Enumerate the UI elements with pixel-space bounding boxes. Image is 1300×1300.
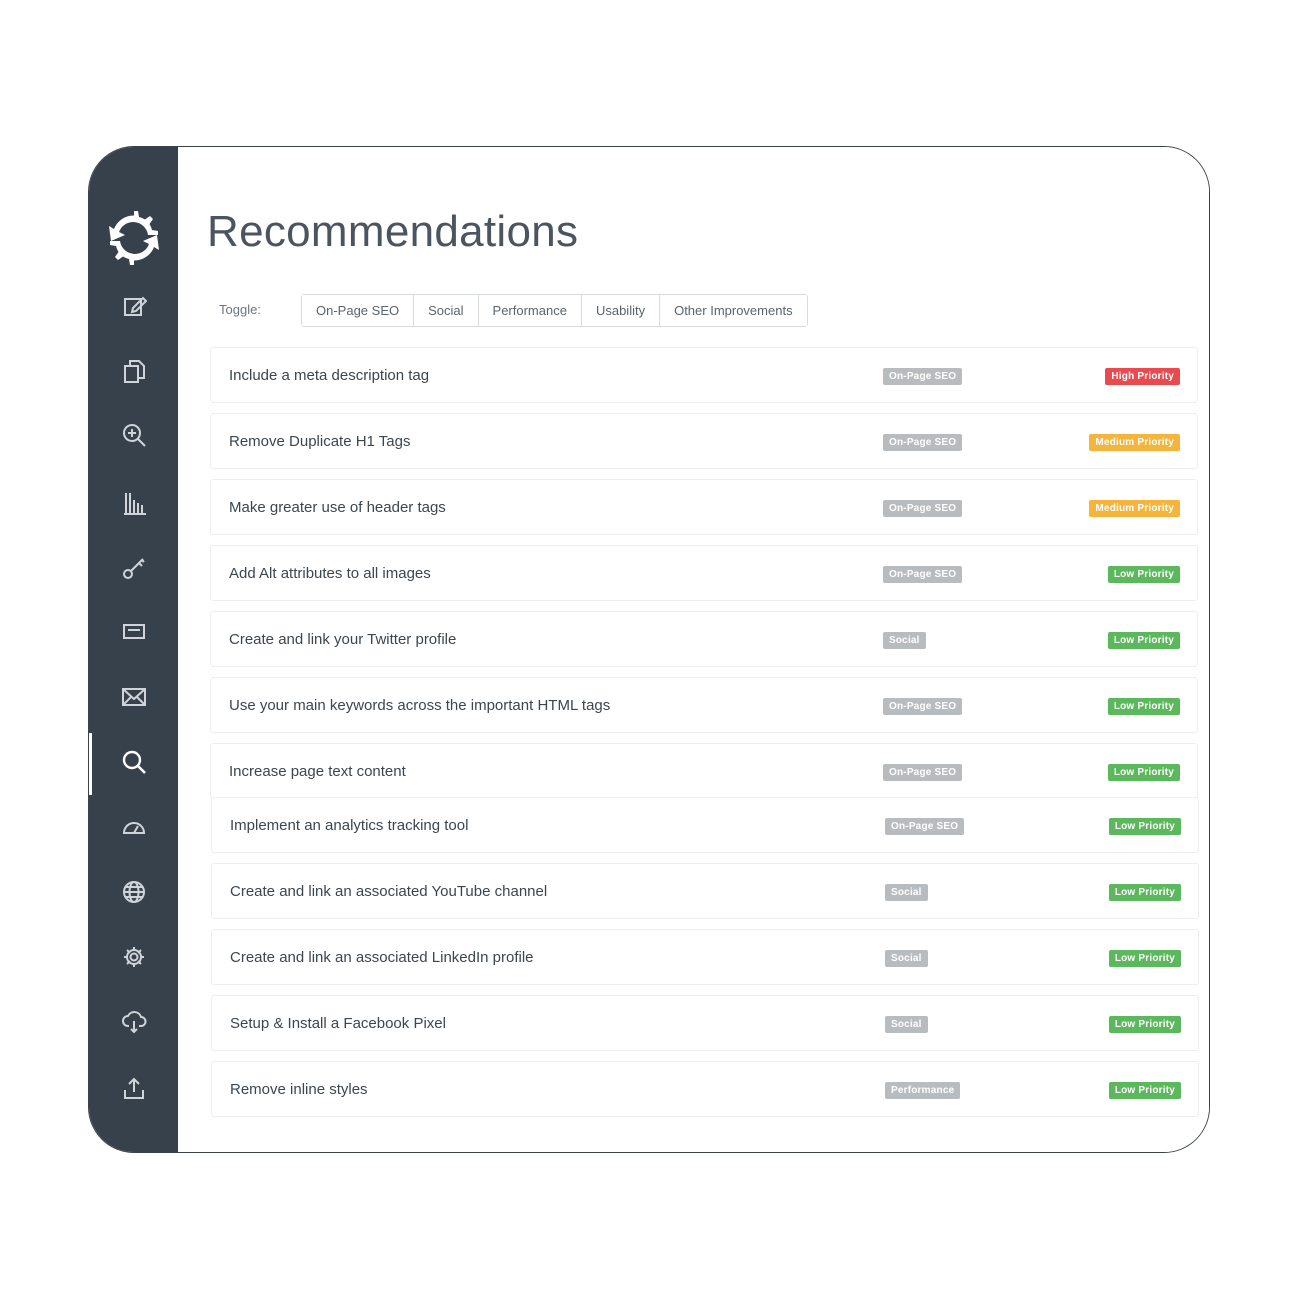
category-badge: Social xyxy=(885,1016,928,1033)
recommendation-row[interactable]: Increase page text content On-Page SEO Low… xyxy=(210,743,1198,799)
toggle-group: On-Page SEO Social Performance Usability… xyxy=(301,294,808,327)
priority-badge: Low Priority xyxy=(1108,818,1181,835)
speedometer-icon[interactable] xyxy=(119,812,149,842)
upload-icon[interactable] xyxy=(119,1073,149,1103)
priority-badge: Low Priority xyxy=(1107,764,1180,781)
card-icon[interactable] xyxy=(119,616,149,646)
toggle-social[interactable]: Social xyxy=(414,295,479,326)
gear-icon[interactable] xyxy=(119,942,149,972)
recommendation-text: Use your main keywords across the import… xyxy=(229,697,611,714)
toggle-usability[interactable]: Usability xyxy=(581,295,661,326)
toggle-on-page-seo[interactable]: On-Page SEO xyxy=(302,295,415,326)
recommendation-text: Implement an analytics tracking tool xyxy=(230,817,469,834)
priority-badge: Low Priority xyxy=(1108,1016,1181,1033)
recommendation-row[interactable]: Implement an analytics tracking tool On-P… xyxy=(211,797,1199,853)
recommendation-text: Remove Duplicate H1 Tags xyxy=(229,433,411,450)
priority-badge: Low Priority xyxy=(1108,884,1181,901)
sidebar xyxy=(89,147,178,1152)
key-icon[interactable] xyxy=(119,553,149,583)
recommendation-text: Create and link your Twitter profile xyxy=(229,631,457,648)
category-badge: Performance xyxy=(885,1082,961,1099)
page-title: Recommendations xyxy=(207,207,579,256)
category-badge: On-Page SEO xyxy=(883,368,963,385)
category-badge: On-Page SEO xyxy=(883,500,963,517)
recommendation-text: Setup & Install a Facebook Pixel xyxy=(230,1015,446,1032)
recommendation-text: Remove inline styles xyxy=(230,1081,368,1098)
edit-icon[interactable] xyxy=(119,291,149,321)
toggle-label: Toggle: xyxy=(219,302,261,317)
cloud-download-icon[interactable] xyxy=(119,1007,149,1037)
category-badge: On-Page SEO xyxy=(885,818,965,835)
logo-icon xyxy=(109,211,159,265)
priority-badge: Low Priority xyxy=(1107,698,1180,715)
category-badge: On-Page SEO xyxy=(883,698,963,715)
recommendation-row[interactable]: Remove inline styles Performance Low Prior… xyxy=(211,1061,1199,1117)
priority-badge: Medium Priority xyxy=(1089,500,1180,517)
recommendation-row[interactable]: Create and link your Twitter profile Soci… xyxy=(210,611,1198,667)
category-badge: Social xyxy=(883,632,926,649)
priority-badge: Low Priority xyxy=(1107,632,1180,649)
category-badge: On-Page SEO xyxy=(883,566,963,583)
priority-badge: High Priority xyxy=(1105,368,1180,385)
recommendation-row[interactable]: Create and link an associated LinkedIn p… xyxy=(211,929,1199,985)
priority-badge: Medium Priority xyxy=(1089,434,1180,451)
main-content: Recommendations Toggle: On-Page SEO Soci… xyxy=(178,147,1209,1152)
category-badge: On-Page SEO xyxy=(883,434,963,451)
toggle-performance[interactable]: Performance xyxy=(478,295,582,326)
globe-icon[interactable] xyxy=(119,877,149,907)
recommendation-row[interactable]: Remove Duplicate H1 Tags On-Page SEO Mediu… xyxy=(210,413,1198,469)
recommendation-text: Add Alt attributes to all images xyxy=(229,565,431,582)
pages-icon[interactable] xyxy=(119,355,149,385)
recommendation-text: Create and link an associated YouTube ch… xyxy=(230,883,548,900)
active-indicator xyxy=(89,733,92,795)
search-icon[interactable] xyxy=(119,747,149,777)
category-badge: On-Page SEO xyxy=(883,764,963,781)
recommendation-row[interactable]: Add Alt attributes to all images On-Page … xyxy=(210,545,1198,601)
recommendation-text: Include a meta description tag xyxy=(229,367,430,384)
recommendation-row[interactable]: Setup & Install a Facebook Pixel Social Lo… xyxy=(211,995,1199,1051)
mail-icon[interactable] xyxy=(119,682,149,712)
recommendation-text: Create and link an associated LinkedIn p… xyxy=(230,949,534,966)
recommendation-row[interactable]: Include a meta description tag On-Page SE… xyxy=(210,347,1198,403)
category-badge: Social xyxy=(885,884,928,901)
recommendation-row[interactable]: Create and link an associated YouTube ch… xyxy=(211,863,1199,919)
recommendation-text: Make greater use of header tags xyxy=(229,499,446,516)
bar-chart-icon[interactable] xyxy=(119,487,149,517)
toggle-other-improvements[interactable]: Other Improvements xyxy=(660,295,807,326)
recommendation-text: Increase page text content xyxy=(229,763,406,780)
recommendation-row[interactable]: Make greater use of header tags On-Page S… xyxy=(210,479,1198,535)
priority-badge: Low Priority xyxy=(1108,950,1181,967)
zoom-in-icon[interactable] xyxy=(119,420,149,450)
priority-badge: Low Priority xyxy=(1108,1082,1181,1099)
category-badge: Social xyxy=(885,950,928,967)
app-window: Recommendations Toggle: On-Page SEO Soci… xyxy=(88,146,1210,1153)
recommendation-row[interactable]: Use your main keywords across the import… xyxy=(210,677,1198,733)
priority-badge: Low Priority xyxy=(1107,566,1180,583)
